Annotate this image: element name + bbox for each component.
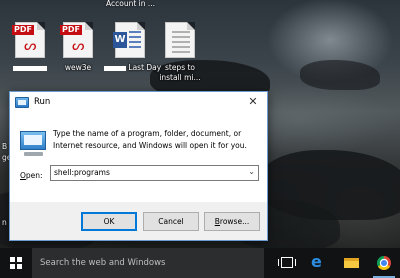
desktop-fragment: B xyxy=(2,142,8,151)
pdf-file-icon: PDF ᔕ xyxy=(12,22,45,58)
chrome-browser-icon[interactable] xyxy=(369,248,399,278)
search-placeholder: Search the web and Windows xyxy=(40,258,166,268)
chevron-down-icon[interactable]: ⌄ xyxy=(248,167,255,176)
run-program-icon xyxy=(20,131,46,156)
open-input[interactable]: shell:programs xyxy=(54,168,110,177)
desktop-icon-label xyxy=(4,63,56,73)
dialog-titlebar[interactable]: Run ✕ xyxy=(10,92,267,114)
taskbar-search-box[interactable]: Search the web and Windows xyxy=(32,248,264,278)
redacted-label xyxy=(104,65,126,71)
windows-logo-icon xyxy=(10,257,22,269)
dialog-title: Run xyxy=(34,97,51,107)
desktop-icon-label: Last Day xyxy=(104,63,161,73)
desktop-icon-steps[interactable]: steps to install mi... xyxy=(154,22,206,83)
desktop-fragment: n xyxy=(2,218,7,227)
task-view-icon[interactable] xyxy=(272,248,302,278)
start-button[interactable] xyxy=(0,248,32,278)
desktop-top-label[interactable]: Account in ... xyxy=(106,0,155,8)
taskbar: Search the web and Windows e xyxy=(0,248,400,278)
desktop-icon-pdf-1[interactable]: PDF ᔕ xyxy=(4,22,56,73)
open-label: Open: xyxy=(20,171,43,180)
dialog-description: Type the name of a program, folder, docu… xyxy=(53,129,247,150)
run-icon xyxy=(15,97,29,108)
pdf-file-icon: PDF ᔕ xyxy=(60,22,93,58)
text-file-icon xyxy=(165,22,195,58)
browse-button[interactable]: Browse... xyxy=(204,212,260,231)
file-explorer-icon[interactable] xyxy=(336,248,366,278)
open-combobox[interactable]: shell:programs ⌄ xyxy=(50,165,259,181)
run-dialog: Run ✕ Type the name of a program, folder… xyxy=(9,91,268,241)
ok-button[interactable]: OK xyxy=(81,212,137,231)
close-button[interactable]: ✕ xyxy=(245,94,261,110)
word-file-icon: W xyxy=(113,22,145,58)
desktop-icon-last-day[interactable]: W Last Day xyxy=(104,22,161,73)
desktop-icon-wew3e[interactable]: PDF ᔕ wew3e xyxy=(52,22,104,73)
redacted-label xyxy=(13,65,47,71)
edge-browser-icon[interactable]: e xyxy=(304,248,334,278)
cancel-button[interactable]: Cancel xyxy=(143,212,199,231)
desktop-icon-label: wew3e xyxy=(64,63,92,72)
dialog-footer: OK Cancel Browse... xyxy=(10,202,267,240)
desktop-icon-label: steps to install mi... xyxy=(159,63,201,82)
